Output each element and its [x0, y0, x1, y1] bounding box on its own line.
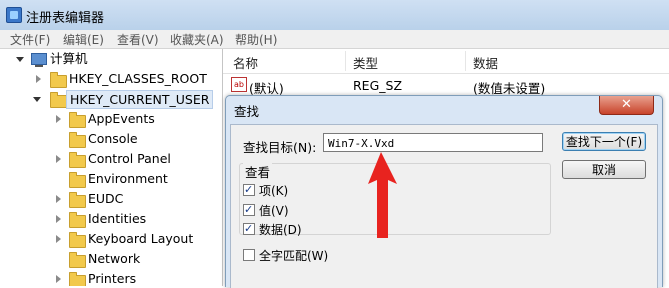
arrow-head — [368, 152, 397, 238]
annotation-arrow — [368, 152, 397, 238]
